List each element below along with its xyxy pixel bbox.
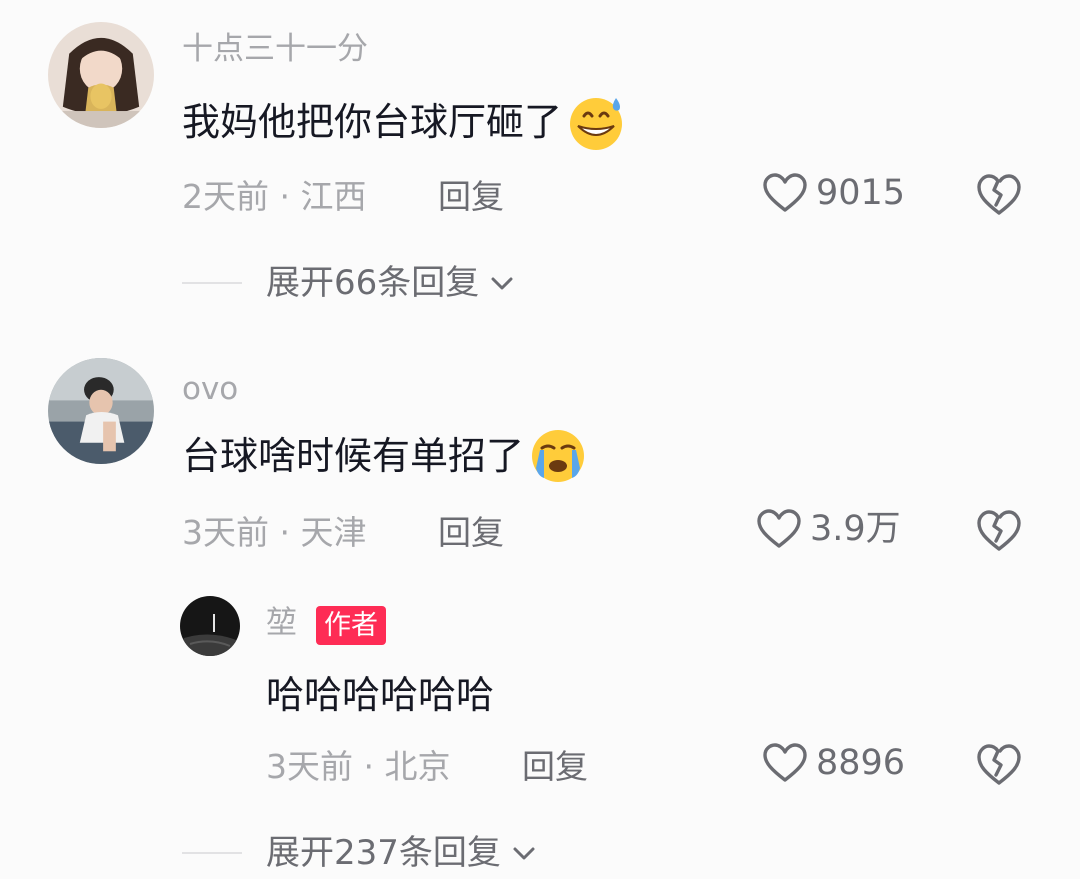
username[interactable]: 十点三十一分: [182, 34, 368, 65]
comment-item: 十点三十一分 我妈他把你台球厅砸了 2天前 · 江西 回复 9015 展开66条…: [0, 0, 1080, 330]
loudly-crying-emoji: [528, 426, 588, 486]
comment-meta: 3天前 · 天津: [182, 513, 367, 552]
comment-text: 我妈他把你台球厅砸了: [182, 92, 626, 152]
chevron-down-icon: [513, 847, 535, 860]
chevron-down-icon: [491, 277, 513, 290]
author-badge: 作者: [316, 606, 386, 645]
like-count: 9015: [816, 172, 906, 213]
divider-line: [182, 282, 242, 284]
reply-text: 哈哈哈哈哈哈: [266, 673, 495, 717]
comment-text-content: 台球啥时候有单招了: [182, 434, 525, 478]
broken-heart-icon: [977, 174, 1021, 215]
broken-heart-icon: [977, 744, 1021, 785]
divider-line: [182, 852, 242, 854]
comment-meta: 2天前 · 江西: [182, 177, 367, 216]
expand-label: 展开66条回复: [266, 263, 480, 303]
heart-outline-icon: [763, 173, 807, 212]
heart-outline-icon: [757, 509, 801, 548]
reply-button[interactable]: 回复: [438, 180, 504, 213]
expand-label: 展开237条回复: [266, 833, 501, 873]
grinning-sweat-emoji: [566, 92, 626, 152]
avatar-image: [180, 596, 240, 656]
like-count: 3.9万: [810, 508, 901, 549]
reply-avatar[interactable]: [180, 596, 240, 656]
avatar[interactable]: [48, 22, 154, 128]
avatar-image: [48, 358, 154, 464]
reply-button[interactable]: 回复: [438, 516, 504, 549]
username[interactable]: ovo: [182, 374, 238, 405]
like-count: 8896: [816, 742, 906, 783]
dislike-button[interactable]: [976, 743, 1022, 787]
broken-heart-icon: [977, 510, 1021, 551]
expand-replies-button[interactable]: 展开66条回复: [182, 266, 517, 300]
dislike-button[interactable]: [976, 173, 1022, 217]
like-button[interactable]: 9015: [762, 172, 905, 214]
comment-item: ovo 台球啥时候有单招了 3天前 · 天津 回复 3.9万 堃 作者 哈哈哈哈…: [0, 330, 1080, 879]
reply-username[interactable]: 堃: [266, 608, 297, 639]
comment-text: 台球啥时候有单招了: [182, 426, 588, 486]
expand-replies-button[interactable]: 展开237条回复: [182, 836, 539, 870]
reply-button[interactable]: 回复: [522, 750, 588, 783]
dislike-button[interactable]: [976, 509, 1022, 553]
heart-outline-icon: [763, 743, 807, 782]
like-button[interactable]: 3.9万: [756, 508, 901, 550]
like-button[interactable]: 8896: [762, 742, 905, 784]
reply-meta: 3天前 · 北京: [266, 747, 451, 786]
avatar[interactable]: [48, 358, 154, 464]
avatar-image: [48, 22, 154, 128]
comment-text-content: 我妈他把你台球厅砸了: [182, 100, 563, 144]
